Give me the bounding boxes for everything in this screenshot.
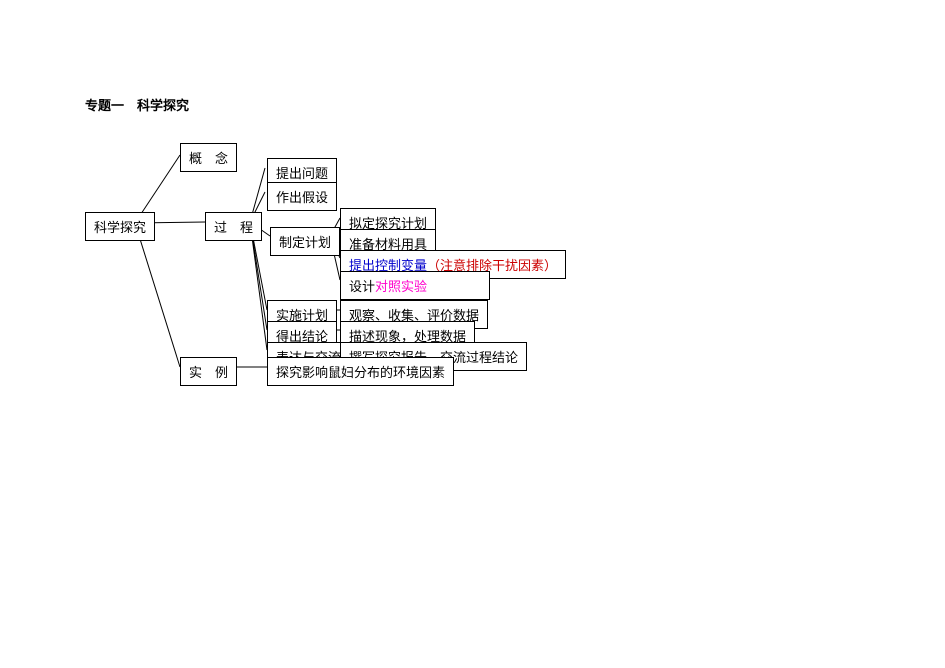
design-highlight: 对照实验: [375, 279, 427, 294]
node-make-hypothesis: 作出假设: [267, 182, 337, 211]
node-concept: 概 念: [180, 143, 237, 172]
node-make-plan: 制定计划: [270, 227, 340, 256]
node-design-control: 设计对照实验: [340, 271, 490, 300]
design-prefix: 设计: [349, 279, 375, 294]
node-example-detail: 探究影响鼠妇分布的环境因素: [267, 357, 454, 386]
diagram-title: 专题一 科学探究: [85, 95, 189, 114]
node-process: 过 程: [205, 212, 262, 241]
node-example: 实 例: [180, 357, 237, 386]
node-root: 科学探究: [85, 212, 155, 241]
